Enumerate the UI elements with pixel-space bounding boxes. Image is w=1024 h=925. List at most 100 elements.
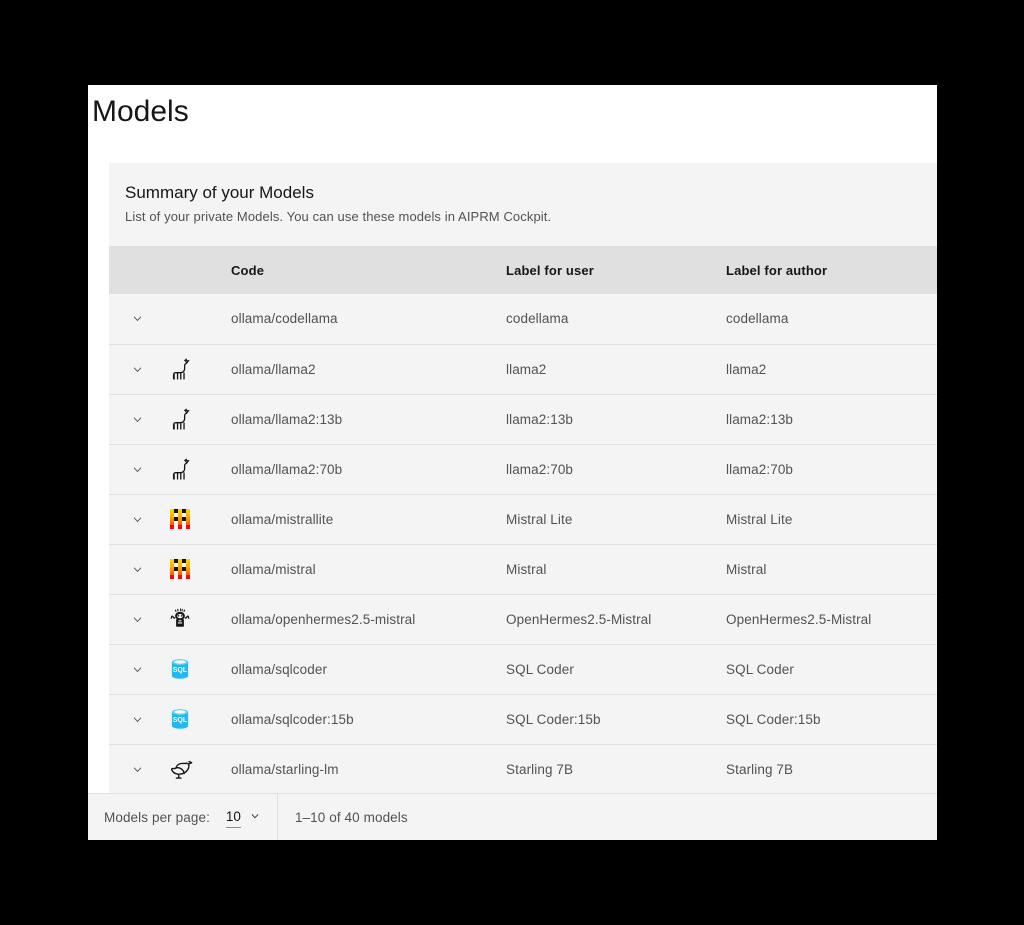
model-code-cell: ollama/llama2 xyxy=(231,361,316,377)
chevron-down-icon xyxy=(249,810,261,825)
table-row[interactable]: ollama/mistrallite Mistral Lite Mistral Li… xyxy=(109,494,937,544)
row-icon-cell xyxy=(157,294,215,344)
table-row[interactable]: ollama/codellama codellama codellama xyxy=(109,294,937,344)
model-label-author-cell: SQL Coder xyxy=(726,661,794,677)
model-label-user-cell: SQL Coder:15b xyxy=(506,711,601,727)
expand-row-button[interactable] xyxy=(123,655,151,683)
expand-row-button[interactable] xyxy=(123,405,151,433)
table-row[interactable]: ollama/llama2 llama2 llama2 xyxy=(109,344,937,394)
models-table: Code Label for user Label for author oll… xyxy=(109,246,937,795)
pagination-bar: Models per page: 10 1–10 of 40 models xyxy=(88,793,937,840)
page-title-band: Models xyxy=(88,85,937,163)
model-label-user-cell: SQL Coder xyxy=(506,661,574,677)
row-expand-cell xyxy=(109,294,157,344)
model-label-user-cell: OpenHermes2.5-Mistral xyxy=(506,611,652,627)
expand-row-button[interactable] xyxy=(123,555,151,583)
expand-row-button[interactable] xyxy=(123,705,151,733)
model-label-user-cell: llama2 xyxy=(506,361,547,377)
row-expand-cell xyxy=(109,594,157,644)
llama-icon xyxy=(165,454,195,484)
row-icon-cell xyxy=(157,594,215,644)
column-header-expand xyxy=(109,246,157,294)
pagination-range-text-wrap: 1–10 of 40 models xyxy=(278,794,408,840)
model-label-author-cell: llama2:70b xyxy=(726,461,794,477)
model-label-user-cell: llama2:70b xyxy=(506,461,574,477)
table-row[interactable]: ollama/openhermes2.5-mistral OpenHermes2.… xyxy=(109,594,937,644)
row-icon-cell xyxy=(157,544,215,594)
model-code-cell: ollama/sqlcoder:15b xyxy=(231,711,354,727)
model-code-cell: ollama/codellama xyxy=(231,311,338,327)
model-code-cell: ollama/llama2:13b xyxy=(231,411,343,427)
column-header-code[interactable]: Code xyxy=(215,246,490,294)
models-page-panel: Models Summary of your Models List of yo… xyxy=(88,85,937,840)
table-row[interactable]: ollama/llama2:70b llama2:70b llama2:70b xyxy=(109,444,937,494)
row-icon-cell xyxy=(157,344,215,394)
bird-icon xyxy=(165,754,195,784)
model-code-cell: ollama/openhermes2.5-mistral xyxy=(231,611,416,627)
table-row[interactable]: SQL ollama/sqlcoder:15b SQL Coder:15b SQL … xyxy=(109,694,937,744)
model-label-user-cell: Starling 7B xyxy=(506,761,574,777)
table-row[interactable]: ollama/llama2:13b llama2:13b llama2:13b xyxy=(109,394,937,444)
table-row[interactable]: SQL ollama/sqlcoder SQL Coder SQL Coder xyxy=(109,644,937,694)
row-icon-cell xyxy=(157,444,215,494)
row-icon-cell: SQL xyxy=(157,694,215,744)
model-label-author-cell: codellama xyxy=(726,311,789,327)
per-page-select[interactable]: 10 xyxy=(225,794,277,840)
pagination-range-text: 1–10 of 40 models xyxy=(294,809,408,825)
page-title: Models xyxy=(92,95,189,128)
sql-icon: SQL xyxy=(165,654,195,684)
row-expand-cell xyxy=(109,544,157,594)
column-header-icon xyxy=(157,246,215,294)
model-code-cell: ollama/mistral xyxy=(231,561,316,577)
table-heading: Summary of your Models xyxy=(125,183,314,202)
chevron-down-icon xyxy=(131,413,144,426)
model-label-author-cell: SQL Coder:15b xyxy=(726,711,821,727)
table-row[interactable]: ollama/starling-lm Starling 7B Starling 7B xyxy=(109,744,937,794)
chevron-down-icon xyxy=(131,463,144,476)
row-expand-cell xyxy=(109,694,157,744)
column-header-label-user[interactable]: Label for user xyxy=(490,246,710,294)
row-icon-cell xyxy=(157,744,215,794)
chevron-down-icon xyxy=(131,663,144,676)
per-page-label: Models per page: xyxy=(104,809,210,825)
row-expand-cell xyxy=(109,644,157,694)
llama-icon xyxy=(165,354,195,384)
chevron-down-icon xyxy=(131,513,144,526)
model-label-author-cell: llama2 xyxy=(726,361,767,377)
svg-text:SQL: SQL xyxy=(173,717,187,724)
model-label-author-cell: OpenHermes2.5-Mistral xyxy=(726,611,872,627)
table-row[interactable]: ollama/mistral Mistral Mistral xyxy=(109,544,937,594)
table-description: List of your private Models. You can use… xyxy=(125,209,552,224)
pagination-per-page-group: Models per page: 10 xyxy=(88,794,278,840)
expand-row-button[interactable] xyxy=(123,755,151,783)
chevron-down-icon xyxy=(131,763,144,776)
svg-text:SQL: SQL xyxy=(173,667,187,674)
chevron-down-icon xyxy=(131,363,144,376)
per-page-value: 10 xyxy=(225,807,241,828)
mistral-icon xyxy=(165,504,195,534)
row-icon-cell xyxy=(157,494,215,544)
model-label-author-cell: llama2:13b xyxy=(726,411,794,427)
expand-row-button[interactable] xyxy=(123,505,151,533)
chevron-down-icon xyxy=(131,563,144,576)
model-code-cell: ollama/mistrallite xyxy=(231,511,334,527)
model-label-user-cell: codellama xyxy=(506,311,569,327)
models-table-container: Summary of your Models List of your priv… xyxy=(88,163,937,795)
model-label-author-cell: Starling 7B xyxy=(726,761,794,777)
mistral-icon xyxy=(165,554,195,584)
row-expand-cell xyxy=(109,344,157,394)
model-code-cell: ollama/llama2:70b xyxy=(231,461,343,477)
model-label-author-cell: Mistral Lite xyxy=(726,511,793,527)
model-code-cell: ollama/sqlcoder xyxy=(231,661,328,677)
expand-row-button[interactable] xyxy=(123,605,151,633)
table-header-block: Summary of your Models List of your priv… xyxy=(109,163,937,246)
row-expand-cell xyxy=(109,444,157,494)
expand-row-button[interactable] xyxy=(123,355,151,383)
expand-row-button[interactable] xyxy=(123,455,151,483)
llama-icon xyxy=(165,404,195,434)
table-body: ollama/codellama codellama codellama ollam… xyxy=(109,294,937,794)
column-header-label-author[interactable]: Label for author xyxy=(710,246,937,294)
row-icon-cell xyxy=(157,394,215,444)
model-label-author-cell: Mistral xyxy=(726,561,767,577)
expand-row-button[interactable] xyxy=(123,305,151,333)
